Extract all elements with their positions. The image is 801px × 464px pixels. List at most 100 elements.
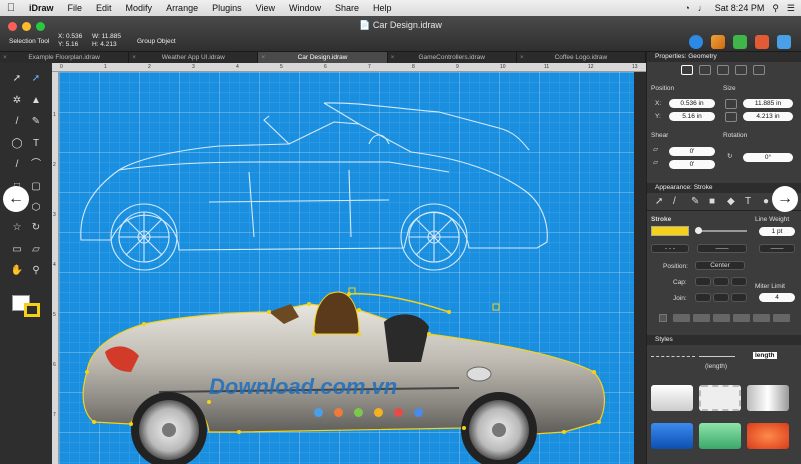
- join-bevel-button[interactable]: [731, 293, 747, 302]
- stroke-color-swatch[interactable]: [651, 226, 689, 236]
- apple-icon[interactable]: : [0, 2, 22, 14]
- text-icon[interactable]: T: [745, 196, 751, 207]
- pencil-icon[interactable]: [711, 35, 725, 49]
- menu-edit[interactable]: Edit: [89, 3, 119, 13]
- line-weight-field[interactable]: 1 pt: [759, 227, 795, 236]
- tab-car-design[interactable]: × Car Design.idraw: [258, 52, 388, 63]
- dash-select[interactable]: - - -: [651, 244, 689, 253]
- menu-help[interactable]: Help: [366, 3, 399, 13]
- text-tool-icon[interactable]: T: [27, 137, 45, 151]
- dash-cell[interactable]: [733, 314, 750, 322]
- fill-icon[interactable]: ■: [709, 196, 715, 207]
- spiral-tool-icon[interactable]: ↻: [27, 221, 45, 235]
- shadow-icon[interactable]: ●: [763, 196, 769, 207]
- style-green[interactable]: [699, 423, 741, 449]
- y-field[interactable]: 5.16 in: [669, 112, 715, 121]
- tab-coffee-logo[interactable]: × Coffee Logo.idraw: [517, 52, 647, 63]
- rounded-rect-tool-icon[interactable]: ▢: [27, 180, 45, 194]
- line-tool-icon[interactable]: /: [8, 158, 26, 172]
- search-icon[interactable]: ⚲: [772, 3, 779, 14]
- shear-y-field[interactable]: 0': [669, 160, 715, 169]
- menu-plugins[interactable]: Plugins: [205, 3, 249, 13]
- geometry-icon[interactable]: [681, 65, 693, 75]
- drawing-canvas[interactable]: Download.com.vn: [59, 72, 634, 464]
- hammer-icon[interactable]: [755, 35, 769, 49]
- menu-app[interactable]: iDraw: [22, 3, 61, 13]
- pencil-tool-icon[interactable]: ✎: [27, 115, 45, 129]
- dash-cell[interactable]: [713, 314, 730, 322]
- shape-icon[interactable]: [717, 65, 729, 75]
- x-field[interactable]: 0.536 in: [669, 99, 715, 108]
- shear-tool-icon[interactable]: ▱: [27, 243, 45, 257]
- clock[interactable]: Sat 8:24 PM: [715, 3, 765, 13]
- layers-icon[interactable]: [777, 35, 791, 49]
- line-icon[interactable]: /: [673, 196, 676, 207]
- dash-cell[interactable]: [773, 314, 790, 322]
- cap-round-button[interactable]: [713, 277, 729, 286]
- tab-floorplan[interactable]: × Example Floorplan.idraw: [0, 52, 130, 63]
- vertical-scrollbar[interactable]: [634, 72, 646, 464]
- menu-modify[interactable]: Modify: [119, 3, 160, 13]
- properties-header: Properties: Geometry: [647, 52, 801, 62]
- bucket-tool-icon[interactable]: ▲: [27, 94, 45, 108]
- menu-arrange[interactable]: Arrange: [159, 3, 205, 13]
- polygon-tool-icon[interactable]: ⬡: [27, 201, 45, 215]
- tab-gamecontrollers[interactable]: × GameControllers.idraw: [388, 52, 517, 63]
- hand-tool-icon[interactable]: ✋: [8, 264, 26, 278]
- menu-share[interactable]: Share: [328, 3, 366, 13]
- dash-cell[interactable]: [753, 314, 770, 322]
- style-dashed[interactable]: [699, 385, 741, 411]
- wifi-icon[interactable]: ◔: [684, 3, 689, 13]
- width-field[interactable]: 11.885 in: [743, 99, 793, 108]
- style-orange[interactable]: [747, 423, 789, 449]
- grid-icon[interactable]: [733, 35, 747, 49]
- pen-tool-icon[interactable]: ✲: [8, 94, 26, 108]
- cap-butt-button[interactable]: [695, 277, 711, 286]
- next-arrow-icon[interactable]: →: [772, 186, 798, 212]
- rotation-field[interactable]: 0°: [743, 153, 793, 162]
- cap-square-button[interactable]: [731, 277, 747, 286]
- previous-arrow-icon[interactable]: ←: [3, 186, 29, 212]
- star-tool-icon[interactable]: ☆: [8, 221, 26, 235]
- zoom-tool-icon[interactable]: ⚲: [27, 264, 45, 278]
- dash-cell[interactable]: [673, 314, 690, 322]
- style-blue[interactable]: [651, 423, 693, 449]
- stroke-swatch[interactable]: [24, 303, 40, 317]
- car-artwork[interactable]: Download.com.vn: [59, 72, 634, 464]
- direct-select-icon[interactable]: ➚: [27, 72, 45, 86]
- menu-window[interactable]: Window: [282, 3, 328, 13]
- style-white[interactable]: [651, 385, 693, 411]
- menu-view[interactable]: View: [249, 3, 282, 13]
- frame-tool-icon[interactable]: ▭: [8, 243, 26, 257]
- dash-cell[interactable]: [693, 314, 710, 322]
- eraser-tool-icon[interactable]: ◯: [8, 137, 26, 151]
- height-field[interactable]: 4.213 in: [743, 112, 793, 121]
- document-icon[interactable]: [753, 65, 765, 75]
- brush-tool-icon[interactable]: /: [8, 115, 26, 129]
- stroke-position-select[interactable]: Center: [695, 261, 745, 270]
- tab-weather[interactable]: × Weather App UI.idraw: [129, 52, 259, 63]
- join-round-button[interactable]: [713, 293, 729, 302]
- arrow-tool-icon[interactable]: ➚: [8, 72, 26, 86]
- brush-icon[interactable]: ✎: [691, 196, 699, 207]
- list-icon[interactable]: ☰: [787, 3, 795, 14]
- arrow-select[interactable]: ——: [759, 244, 795, 253]
- volume-icon[interactable]: ♩: [698, 3, 707, 13]
- miter-field[interactable]: 4: [759, 293, 795, 302]
- info-icon[interactable]: [689, 35, 703, 49]
- style-metal[interactable]: [747, 385, 789, 411]
- menu-file[interactable]: File: [61, 3, 90, 13]
- opacity-slider-knob[interactable]: [695, 227, 702, 234]
- opacity-slider[interactable]: [695, 230, 747, 232]
- arc-tool-icon[interactable]: ⌒: [27, 158, 45, 172]
- eraser-icon[interactable]: ◆: [727, 196, 735, 207]
- join-miter-button[interactable]: [695, 293, 711, 302]
- window-titlebar: 📄 Car Design.idraw Selection Tool X: 0.5…: [0, 16, 801, 52]
- shear-x-field[interactable]: 0': [669, 147, 715, 156]
- dash-checkbox[interactable]: [659, 314, 667, 322]
- pointer-icon[interactable]: ➚: [655, 196, 663, 207]
- line-select[interactable]: ——: [697, 244, 747, 253]
- align-icon[interactable]: [699, 65, 711, 75]
- grid-icon[interactable]: [735, 65, 747, 75]
- length-tag: length: [753, 352, 777, 359]
